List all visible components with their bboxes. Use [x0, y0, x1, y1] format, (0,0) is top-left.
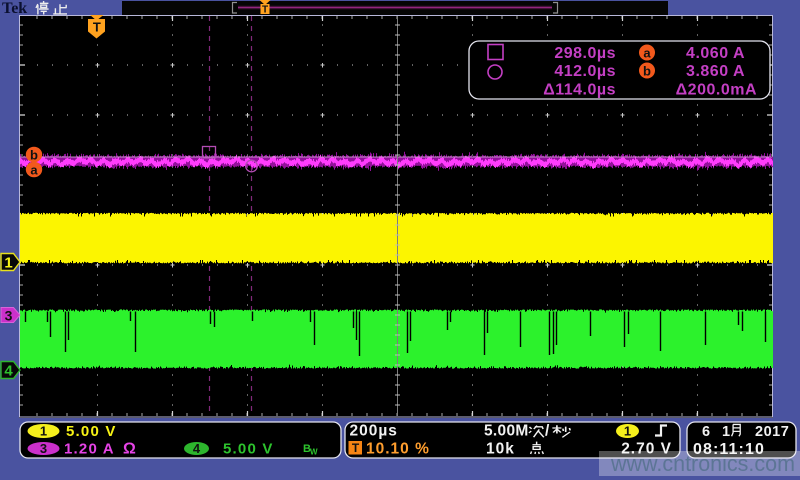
svg-text:Δ114.0µs: Δ114.0µs [543, 82, 616, 99]
svg-text:4: 4 [193, 441, 201, 456]
svg-text:4: 4 [4, 363, 13, 380]
svg-text:10k: 10k [486, 441, 515, 458]
svg-text:4.060 A: 4.060 A [686, 45, 745, 62]
svg-text:1: 1 [40, 424, 47, 439]
svg-text:a: a [30, 163, 38, 178]
svg-text:298.0µs: 298.0µs [554, 45, 616, 62]
svg-text:3: 3 [5, 308, 13, 324]
svg-text:10.10 %: 10.10 % [366, 441, 430, 458]
svg-text:3.860 A: 3.860 A [686, 63, 745, 80]
svg-text:www.cntronics.com: www.cntronics.com [610, 451, 795, 476]
svg-text:6: 6 [702, 424, 710, 440]
svg-text:W: W [310, 448, 318, 457]
svg-text:5.00M: 5.00M [484, 423, 529, 440]
svg-text:T: T [352, 441, 360, 455]
svg-text:1: 1 [624, 424, 631, 439]
svg-text:1: 1 [722, 424, 730, 440]
svg-text:T: T [262, 5, 268, 16]
svg-text:2017: 2017 [755, 424, 789, 440]
svg-text:b: b [643, 64, 651, 79]
svg-text:5.00 V: 5.00 V [66, 423, 117, 440]
svg-text:1: 1 [4, 255, 12, 272]
svg-text:/: / [545, 423, 550, 440]
svg-text:Tek: Tek [2, 0, 27, 17]
svg-text:b: b [30, 148, 38, 163]
svg-text:a: a [643, 46, 651, 61]
svg-text:T: T [93, 20, 101, 35]
svg-text:412.0µs: 412.0µs [554, 63, 616, 80]
svg-text:1.20 A: 1.20 A [64, 441, 115, 458]
svg-text:5.00 V: 5.00 V [223, 441, 274, 458]
svg-text:Δ200.0mA: Δ200.0mA [676, 82, 757, 99]
svg-text:200µs: 200µs [350, 423, 398, 440]
svg-text:3: 3 [40, 441, 47, 456]
svg-text:Ω: Ω [123, 441, 136, 458]
